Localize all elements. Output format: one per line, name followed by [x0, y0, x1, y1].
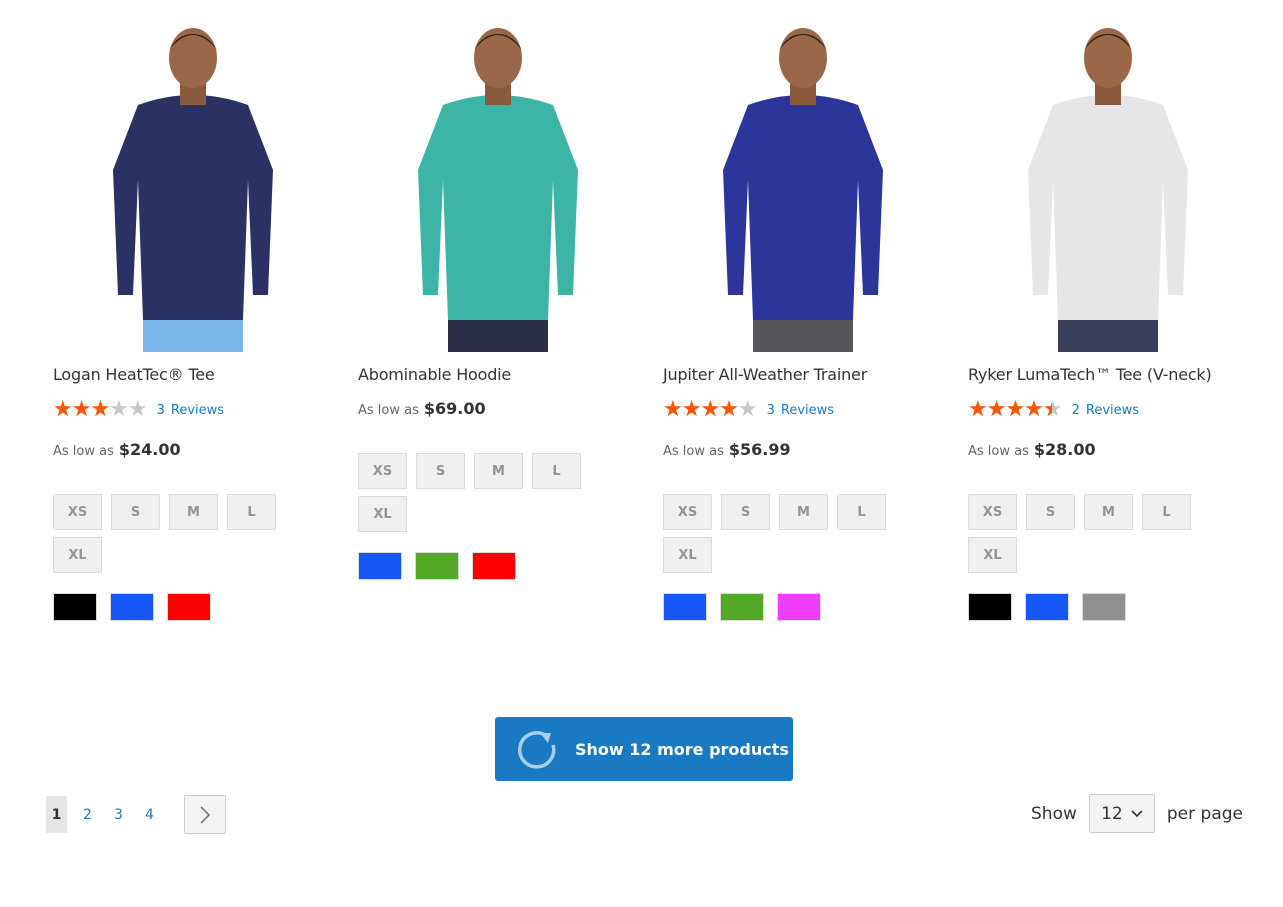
price-label: As low as — [358, 403, 419, 418]
color-swatch[interactable] — [777, 593, 821, 621]
reviews-label: Reviews — [1085, 402, 1140, 418]
product-price: As low as $56.99 — [663, 440, 953, 462]
reviews-link[interactable]: 2 Reviews — [1072, 403, 1145, 418]
size-option[interactable]: S — [416, 453, 465, 489]
size-option[interactable]: M — [474, 453, 523, 489]
size-option[interactable]: XS — [53, 494, 102, 530]
product-item: Ryker LumaTech™ Tee (V-neck) ★★★★★★★★★★ … — [968, 20, 1258, 621]
per-page-select[interactable]: 12 — [1088, 794, 1155, 833]
refresh-icon — [518, 731, 556, 769]
reviews-link[interactable]: 3 Reviews — [767, 403, 840, 418]
product-price: As low as $24.00 — [53, 440, 343, 462]
color-swatch[interactable] — [472, 552, 516, 580]
size-option[interactable]: XS — [663, 494, 712, 530]
product-image[interactable] — [48, 20, 338, 352]
price-value: $69.00 — [423, 399, 486, 418]
size-option[interactable]: M — [779, 494, 828, 530]
size-option[interactable]: S — [111, 494, 160, 530]
product-price: As low as $69.00 — [358, 399, 648, 421]
size-options: XS S M L XL — [53, 494, 293, 573]
color-options — [663, 593, 953, 621]
size-option[interactable]: XL — [53, 537, 102, 573]
product-name-link[interactable]: Abominable Hoodie — [358, 365, 648, 387]
product-image[interactable] — [353, 20, 643, 352]
color-options — [358, 552, 648, 580]
product-name-link[interactable]: Ryker LumaTech™ Tee (V-neck) — [968, 365, 1258, 387]
reviews-link[interactable]: 3 Reviews — [157, 403, 230, 418]
product-image[interactable] — [963, 20, 1253, 352]
size-option[interactable]: L — [1142, 494, 1191, 530]
size-option[interactable]: L — [837, 494, 886, 530]
color-swatch[interactable] — [720, 593, 764, 621]
rating-stars: ★★★★★★★★★★ — [968, 397, 1063, 422]
show-more-label: Show 12 more products — [575, 739, 789, 759]
color-swatch[interactable] — [968, 593, 1012, 621]
size-option[interactable]: XL — [358, 496, 407, 532]
size-option[interactable]: S — [1026, 494, 1075, 530]
product-rating: ★★★★★★★★★★ 2 Reviews — [968, 398, 1258, 422]
limiter: Show 12 per page — [1031, 794, 1243, 833]
size-options: XS S M L XL — [358, 453, 598, 532]
size-option[interactable]: M — [169, 494, 218, 530]
reviews-count: 3 — [156, 402, 165, 418]
per-page-label: per page — [1166, 803, 1243, 824]
size-option[interactable]: L — [532, 453, 581, 489]
color-swatch[interactable] — [663, 593, 707, 621]
page-4-link[interactable]: 4 — [139, 796, 160, 833]
chevron-right-icon — [200, 805, 211, 824]
rating-stars: ★★★★★★★★★★ — [53, 397, 148, 422]
price-label: As low as — [968, 444, 1029, 459]
color-swatch[interactable] — [1082, 593, 1126, 621]
color-options — [968, 593, 1258, 621]
color-swatch[interactable] — [110, 593, 154, 621]
page-3-link[interactable]: 3 — [108, 796, 129, 833]
size-options: XS S M L XL — [968, 494, 1208, 573]
product-item: Logan HeatTec® Tee ★★★★★★★★★★ 3 Reviews As… — [53, 20, 343, 621]
product-rating: ★★★★★★★★★★ 3 Reviews — [663, 398, 953, 422]
size-options: XS S M L XL — [663, 494, 903, 573]
size-option[interactable]: S — [721, 494, 770, 530]
color-swatch[interactable] — [53, 593, 97, 621]
product-name-link[interactable]: Jupiter All-Weather Trainer — [663, 365, 953, 387]
product-price: As low as $28.00 — [968, 440, 1258, 462]
product-image[interactable] — [658, 20, 948, 352]
color-swatch[interactable] — [415, 552, 459, 580]
product-rating: ★★★★★★★★★★ 3 Reviews — [53, 398, 343, 422]
price-label: As low as — [53, 444, 114, 459]
page-2-link[interactable]: 2 — [77, 796, 98, 833]
rating-stars: ★★★★★★★★★★ — [663, 397, 758, 422]
show-label: Show — [1031, 803, 1077, 824]
product-item: Abominable Hoodie As low as $69.00 XS S M L XL — [358, 20, 648, 580]
show-more-products-button[interactable]: Show 12 more products — [495, 717, 793, 781]
next-page-button[interactable] — [184, 795, 226, 834]
page-1: 1 — [46, 796, 67, 833]
size-option[interactable]: XL — [663, 537, 712, 573]
product-name-link[interactable]: Logan HeatTec® Tee — [53, 365, 343, 387]
color-swatch[interactable] — [1025, 593, 1069, 621]
color-swatch[interactable] — [167, 593, 211, 621]
pagination: 1 2 3 4 — [46, 795, 226, 834]
reviews-label: Reviews — [780, 402, 835, 418]
price-label: As low as — [663, 444, 724, 459]
product-item: Jupiter All-Weather Trainer ★★★★★★★★★★ 3… — [663, 20, 953, 621]
reviews-count: 3 — [766, 402, 775, 418]
reviews-label: Reviews — [170, 402, 225, 418]
size-option[interactable]: L — [227, 494, 276, 530]
reviews-count: 2 — [1071, 402, 1080, 418]
size-option[interactable]: XS — [968, 494, 1017, 530]
price-value: $28.00 — [1033, 440, 1096, 459]
per-page-value: 12 — [1101, 803, 1123, 824]
size-option[interactable]: M — [1084, 494, 1133, 530]
price-value: $24.00 — [118, 440, 181, 459]
color-options — [53, 593, 343, 621]
size-option[interactable]: XL — [968, 537, 1017, 573]
chevron-down-icon — [1131, 809, 1143, 817]
price-value: $56.99 — [728, 440, 791, 459]
size-option[interactable]: XS — [358, 453, 407, 489]
color-swatch[interactable] — [358, 552, 402, 580]
